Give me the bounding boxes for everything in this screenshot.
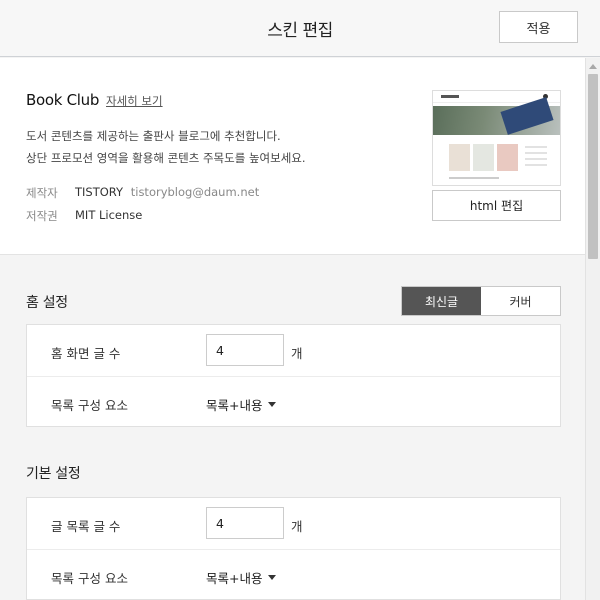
- basic-post-count-unit: 개: [291, 519, 303, 534]
- home-settings-title: 홈 설정: [26, 295, 68, 311]
- apply-button[interactable]: 적용: [499, 11, 578, 43]
- home-settings-box: 홈 화면 글 수 개 목록 구성 요소 목록+내용: [26, 324, 561, 427]
- html-edit-button[interactable]: html 편집: [432, 190, 561, 221]
- thumbnail-footer-line: [449, 177, 499, 179]
- thumbnail-hero-image: [433, 97, 560, 135]
- license-row: 저작권 MIT License: [26, 208, 142, 224]
- home-list-elements-select[interactable]: 목록+내용: [206, 395, 277, 414]
- home-list-elements-value: 목록+내용: [206, 398, 263, 413]
- caret-down-icon: [268, 402, 277, 407]
- vertical-scrollbar[interactable]: [585, 58, 600, 600]
- thumbnail-sidebar-line-2: [525, 152, 547, 154]
- thumbnail-card-2: [473, 144, 494, 171]
- skin-detail-link[interactable]: 자세히 보기: [106, 93, 163, 109]
- home-list-elements-row: 목록 구성 요소 목록+내용: [27, 376, 560, 427]
- home-list-elements-label: 목록 구성 요소: [51, 398, 128, 413]
- skin-info-panel: Book Club 자세히 보기 도서 콘텐츠를 제공하는 출판사 블로그에 추…: [0, 58, 585, 255]
- description-line-2: 상단 프로모션 영역을 활용해 콘텐츠 주목도를 높여보세요.: [26, 151, 306, 165]
- thumbnail-sidebar-line-1: [525, 146, 547, 148]
- basic-settings-box: 글 목록 글 수 개 목록 구성 요소 목록+내용: [26, 497, 561, 600]
- author-label: 제작자: [26, 186, 58, 200]
- basic-post-count-input[interactable]: [206, 507, 284, 539]
- skin-name: Book Club: [26, 91, 100, 109]
- thumbnail-card-3: [497, 144, 518, 171]
- basic-settings-title: 기본 설정: [26, 466, 81, 482]
- toggle-latest-posts[interactable]: 최신글: [402, 287, 481, 315]
- header-bar: 스킨 편집 적용: [0, 0, 600, 57]
- home-type-toggle: 최신글 커버: [401, 286, 561, 316]
- author-row: 제작자 TISTORY tistoryblog@daum.net: [26, 185, 259, 201]
- main-content: Book Club 자세히 보기 도서 콘텐츠를 제공하는 출판사 블로그에 추…: [0, 58, 585, 600]
- scroll-up-arrow-icon[interactable]: [589, 64, 597, 69]
- thumbnail-sidebar-line-4: [525, 164, 547, 166]
- basic-post-count-row: 글 목록 글 수 개: [27, 498, 560, 549]
- author-value: TISTORY tistoryblog@daum.net: [75, 185, 259, 201]
- skin-description: 도서 콘텐츠를 제공하는 출판사 블로그에 추천합니다. 상단 프로모션 영역을…: [26, 125, 406, 169]
- thumbnail-logo: [441, 95, 459, 98]
- basic-list-elements-row: 목록 구성 요소 목록+내용: [27, 549, 560, 600]
- caret-down-icon: [268, 575, 277, 580]
- home-post-count-input[interactable]: [206, 334, 284, 366]
- home-post-count-unit: 개: [291, 346, 303, 361]
- description-line-1: 도서 콘텐츠를 제공하는 출판사 블로그에 추천합니다.: [26, 129, 281, 143]
- home-post-count-row: 홈 화면 글 수 개: [27, 325, 560, 376]
- basic-list-elements-select[interactable]: 목록+내용: [206, 568, 277, 587]
- skin-preview-thumbnail: [432, 90, 561, 186]
- thumbnail-card-1: [449, 144, 470, 171]
- scrollbar-thumb[interactable]: [588, 74, 598, 259]
- author-email: tistoryblog@daum.net: [130, 185, 260, 199]
- author-name: TISTORY: [75, 185, 124, 199]
- home-post-count-label: 홈 화면 글 수: [51, 346, 121, 361]
- toggle-cover[interactable]: 커버: [481, 287, 560, 315]
- basic-list-elements-label: 목록 구성 요소: [51, 571, 128, 586]
- license-value: MIT License: [75, 208, 143, 222]
- thumbnail-sidebar-line-3: [525, 158, 547, 160]
- basic-list-elements-value: 목록+내용: [206, 571, 263, 586]
- basic-post-count-label: 글 목록 글 수: [51, 519, 121, 534]
- license-label: 저작권: [26, 209, 58, 223]
